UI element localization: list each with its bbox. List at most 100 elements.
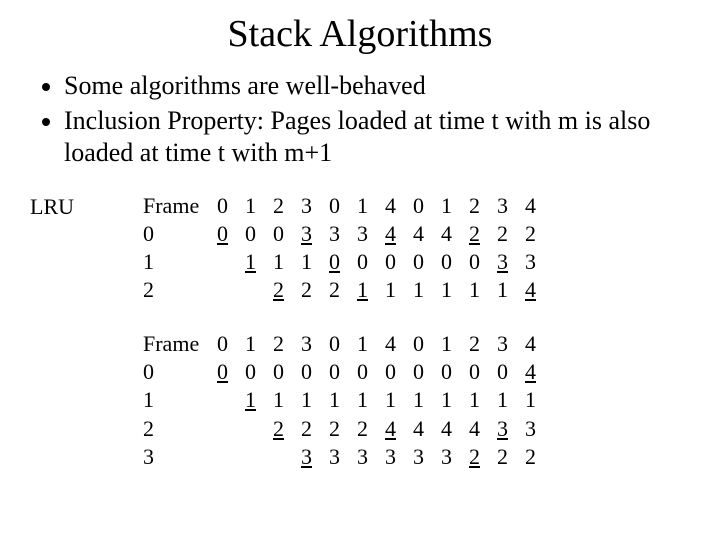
bullet-item: Inclusion Property: Pages loaded at time… bbox=[64, 105, 690, 170]
bullet-item: Some algorithms are well-behaved bbox=[64, 70, 690, 103]
frame-cell: 4 bbox=[410, 220, 438, 248]
frame-cell: 1 bbox=[242, 386, 270, 414]
frame-cell bbox=[214, 443, 242, 471]
frame-cell: 0 bbox=[242, 358, 270, 386]
frame-cell: 0 bbox=[270, 220, 298, 248]
reference-cell: 2 bbox=[270, 192, 298, 220]
frame-row-label: 3 bbox=[140, 443, 214, 471]
frame-cell: 0 bbox=[326, 358, 354, 386]
frame-cell: 1 bbox=[354, 386, 382, 414]
reference-cell: 0 bbox=[410, 330, 438, 358]
frame-cell: 2 bbox=[270, 415, 298, 443]
reference-cell: 0 bbox=[326, 192, 354, 220]
frame-cell: 4 bbox=[438, 415, 466, 443]
reference-cell: 4 bbox=[522, 192, 550, 220]
frame-cell bbox=[214, 386, 242, 414]
frame-header-label: Frame bbox=[140, 330, 214, 358]
frame-cell: 0 bbox=[214, 358, 242, 386]
frame-cell: 0 bbox=[242, 220, 270, 248]
frame-row-label: 1 bbox=[140, 248, 214, 276]
frame-cell: 1 bbox=[494, 276, 522, 304]
frame-cell: 4 bbox=[466, 415, 494, 443]
frame-cell: 0 bbox=[298, 358, 326, 386]
frame-cell: 1 bbox=[466, 386, 494, 414]
frame-table-3: Frame01230140123400003334442221 11100000… bbox=[140, 192, 550, 305]
frame-cell: 3 bbox=[326, 443, 354, 471]
frame-cell: 0 bbox=[270, 358, 298, 386]
frame-cell: 1 bbox=[382, 386, 410, 414]
frame-row-label: 2 bbox=[140, 276, 214, 304]
body-row: LRU Frame01230140123400003334442221 1110… bbox=[30, 192, 690, 497]
frame-cell: 1 bbox=[382, 276, 410, 304]
reference-cell: 1 bbox=[438, 330, 466, 358]
frame-cell: 1 bbox=[466, 276, 494, 304]
bullet-list: Some algorithms are well-behaved Inclusi… bbox=[30, 70, 690, 170]
frame-cell: 3 bbox=[382, 443, 410, 471]
reference-cell: 0 bbox=[326, 330, 354, 358]
frame-cell: 2 bbox=[326, 276, 354, 304]
reference-cell: 2 bbox=[466, 192, 494, 220]
reference-cell: 3 bbox=[494, 330, 522, 358]
frame-cell bbox=[214, 248, 242, 276]
frame-cell: 2 bbox=[494, 443, 522, 471]
frame-cell: 0 bbox=[438, 358, 466, 386]
frame-cell: 4 bbox=[522, 358, 550, 386]
frame-cell: 4 bbox=[382, 415, 410, 443]
frame-cell: 0 bbox=[354, 248, 382, 276]
frame-cell: 2 bbox=[466, 443, 494, 471]
frame-cell: 3 bbox=[522, 248, 550, 276]
frame-cell: 2 bbox=[326, 415, 354, 443]
frame-cell: 0 bbox=[466, 358, 494, 386]
reference-cell: 2 bbox=[270, 330, 298, 358]
frame-cell: 1 bbox=[298, 386, 326, 414]
frame-cell: 1 bbox=[270, 386, 298, 414]
frame-cell: 4 bbox=[410, 415, 438, 443]
frame-cell: 3 bbox=[326, 220, 354, 248]
frame-cell: 0 bbox=[466, 248, 494, 276]
frame-cell: 1 bbox=[494, 386, 522, 414]
frame-cell: 1 bbox=[270, 248, 298, 276]
frame-cell bbox=[214, 415, 242, 443]
reference-cell: 1 bbox=[242, 192, 270, 220]
frame-cell: 1 bbox=[242, 248, 270, 276]
frame-cell: 2 bbox=[494, 220, 522, 248]
reference-cell: 1 bbox=[354, 192, 382, 220]
frame-cell: 3 bbox=[494, 248, 522, 276]
frame-cell: 0 bbox=[354, 358, 382, 386]
frame-cell: 4 bbox=[522, 276, 550, 304]
tables-container: Frame01230140123400003334442221 11100000… bbox=[140, 192, 550, 497]
frame-cell: 1 bbox=[326, 386, 354, 414]
reference-cell: 4 bbox=[382, 330, 410, 358]
frame-cell: 0 bbox=[410, 358, 438, 386]
frame-cell: 0 bbox=[494, 358, 522, 386]
frame-cell: 0 bbox=[438, 248, 466, 276]
frame-cell: 2 bbox=[270, 276, 298, 304]
lru-label: LRU bbox=[30, 192, 140, 220]
frame-cell: 4 bbox=[438, 220, 466, 248]
frame-cell: 2 bbox=[354, 415, 382, 443]
frame-row-label: 1 bbox=[140, 386, 214, 414]
reference-cell: 1 bbox=[438, 192, 466, 220]
frame-cell bbox=[270, 443, 298, 471]
frame-cell: 4 bbox=[382, 220, 410, 248]
frame-row-label: 0 bbox=[140, 358, 214, 386]
reference-cell: 3 bbox=[494, 192, 522, 220]
reference-cell: 3 bbox=[298, 330, 326, 358]
frame-cell: 1 bbox=[354, 276, 382, 304]
reference-cell: 2 bbox=[466, 330, 494, 358]
frame-cell: 3 bbox=[354, 443, 382, 471]
frame-cell: 0 bbox=[382, 248, 410, 276]
reference-cell: 0 bbox=[214, 192, 242, 220]
frame-row-label: 2 bbox=[140, 415, 214, 443]
frame-cell bbox=[242, 415, 270, 443]
frame-cell: 2 bbox=[522, 220, 550, 248]
frame-cell: 1 bbox=[522, 386, 550, 414]
frame-cell: 2 bbox=[522, 443, 550, 471]
frame-cell: 1 bbox=[438, 386, 466, 414]
frame-cell: 3 bbox=[298, 220, 326, 248]
frame-cell: 3 bbox=[522, 415, 550, 443]
frame-cell bbox=[242, 276, 270, 304]
reference-cell: 4 bbox=[522, 330, 550, 358]
frame-cell: 2 bbox=[298, 415, 326, 443]
frame-cell: 1 bbox=[438, 276, 466, 304]
